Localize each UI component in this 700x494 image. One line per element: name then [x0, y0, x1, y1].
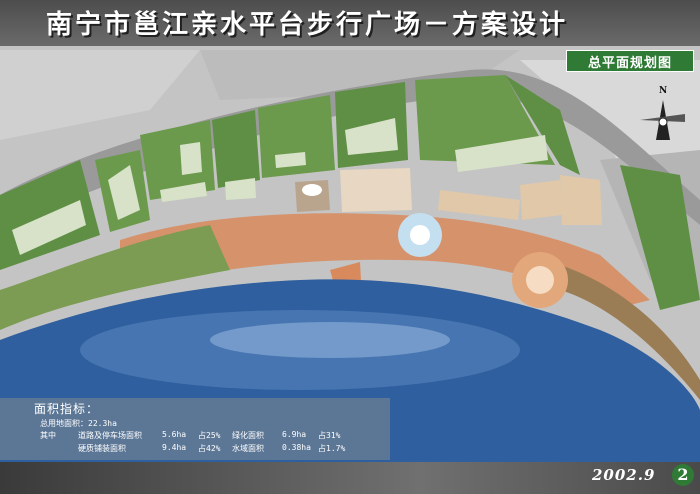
indicator-percent-green: 占31%	[318, 431, 341, 440]
indicator-percent-water: 占1.7%	[318, 444, 346, 453]
building-4	[180, 142, 202, 175]
terrace-building-2	[520, 180, 562, 220]
subtitle-box: 总平面规划图	[566, 50, 694, 72]
total-area: 总用地面积：22.3ha	[40, 419, 117, 428]
indicator-percent-paving: 占42%	[198, 444, 221, 453]
fountain-center	[410, 225, 430, 245]
indicator-prefix: 其中	[40, 431, 56, 440]
page-title: 南宁市邕江亲水平台步行广场－方案设计	[46, 10, 569, 40]
terrace-building-3	[560, 175, 602, 225]
river-reflection	[210, 322, 450, 358]
area-indicators-heading: 面积指标：	[34, 402, 100, 416]
plan-sheet: 南宁市邕江亲水平台步行广场－方案设计 总平面规划图 N 面积指标： 总用地面积：…	[0, 0, 700, 494]
indicator-label-road: 道路及停车场面积	[78, 431, 142, 440]
indicator-percent-road: 占25%	[198, 431, 221, 440]
indicator-area-road: 5.6ha	[162, 430, 187, 439]
indicator-area-water: 0.38ha	[282, 443, 311, 452]
compass-label: N	[659, 86, 668, 96]
indicator-label-paving: 硬质铺装面积	[78, 444, 126, 453]
dome-roof	[302, 184, 322, 196]
indicator-label-water: 水域面积	[232, 444, 264, 453]
east-plaza-center	[526, 266, 554, 294]
page-number-badge: 2	[672, 464, 694, 486]
indicator-area-paving: 9.4ha	[162, 443, 187, 452]
indicator-area-green: 6.9ha	[282, 430, 307, 439]
indicator-label-green: 绿化面积	[232, 431, 264, 440]
plan-date: 2002.9	[592, 466, 656, 484]
green-block-4	[212, 110, 260, 188]
civic-building	[340, 168, 412, 212]
plan-subtitle: 总平面规划图	[587, 56, 672, 71]
